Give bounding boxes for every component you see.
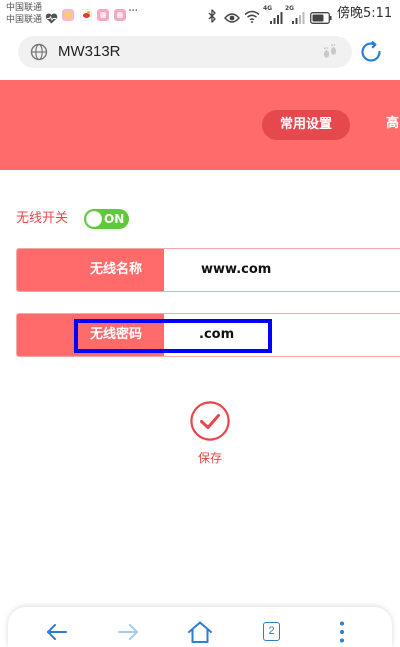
forward-arrow-icon[interactable] [115, 620, 141, 644]
signal-icon [270, 9, 283, 28]
home-icon[interactable] [187, 620, 213, 644]
toggle-state: ON [104, 212, 125, 226]
footprint-icon[interactable] [320, 42, 340, 66]
save-button[interactable] [190, 401, 230, 441]
weibo-icon [80, 9, 92, 21]
more-icon[interactable] [329, 620, 355, 644]
wireless-switch-label: 无线开关 [16, 211, 69, 226]
clock: 傍晚5:11 [337, 6, 393, 21]
url-text[interactable]: MW313R [58, 44, 121, 60]
carrier-1: 中国联通 [6, 3, 43, 13]
more-notifications-indicator: ··· [128, 4, 138, 19]
ssid-input[interactable]: www.com [201, 249, 271, 291]
ssid-field[interactable]: 无线名称 www.com [16, 248, 400, 292]
tab-advanced-settings[interactable]: 高 [386, 116, 399, 132]
back-arrow-icon[interactable] [44, 620, 70, 644]
signal-icon [292, 9, 305, 28]
bluetooth-icon [207, 8, 217, 27]
battery-icon [310, 9, 332, 28]
ssid-label: 无线名称 [17, 249, 164, 291]
toggle-knob [86, 211, 102, 227]
wireless-toggle[interactable]: ON [84, 209, 129, 229]
refresh-icon[interactable] [359, 40, 383, 68]
carrier-2: 中国联通 [6, 15, 43, 25]
phone-screen: 中国联通 中国联通 ··· 4G 2G 傍晚5:11 MW313R 常用设置 高… [0, 0, 400, 647]
heart-icon [45, 9, 58, 24]
eye-icon [224, 9, 240, 28]
tabs-button[interactable]: 2 [258, 620, 284, 644]
tab-common-settings[interactable]: 常用设置 [262, 110, 350, 140]
app-icon [97, 9, 109, 21]
highlight-box [74, 319, 272, 353]
browser-bottom-nav: 2 [8, 607, 392, 647]
app-icon [114, 9, 126, 21]
check-circle-icon [190, 401, 230, 445]
wifi-icon [244, 8, 260, 27]
app-icon [62, 9, 74, 21]
globe-icon [30, 43, 48, 65]
tab-count: 2 [263, 622, 280, 641]
save-label[interactable]: 保存 [185, 451, 235, 465]
